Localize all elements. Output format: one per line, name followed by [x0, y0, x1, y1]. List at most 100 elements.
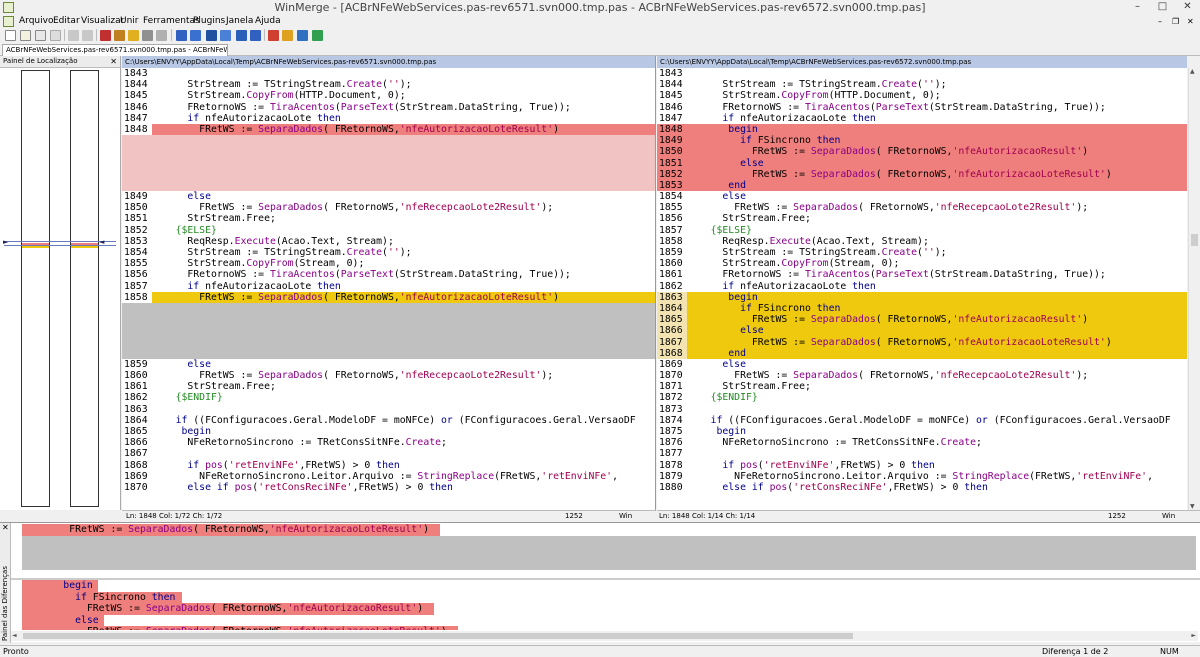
code-line[interactable]: 1877	[657, 448, 1187, 459]
code-line[interactable]: 1878 if pos('retEnviNFe',FRetWS) > 0 the…	[657, 460, 1187, 471]
code-line[interactable]: 1848 FRetWS := SeparaDados( FRetornoWS,'…	[122, 123, 655, 136]
scroll-down-icon[interactable]: ▼	[1190, 503, 1195, 510]
all-right-icon[interactable]	[236, 30, 247, 41]
right-code-lines[interactable]: 1843 1844 StrStream := TStringStream.Crea…	[657, 68, 1187, 493]
code-line[interactable]: 1854 StrStream := TStringStream.Create('…	[122, 247, 655, 258]
left-file-pane[interactable]: C:\Users\ENVYY\AppData\Local\Temp\ACBrNF…	[122, 56, 656, 510]
code-line[interactable]: 1863 begin	[657, 291, 1187, 303]
copy-left-advance-icon[interactable]	[220, 30, 231, 41]
code-line[interactable]: 1865 FRetWS := SeparaDados( FRetornoWS,'…	[657, 314, 1187, 326]
code-line[interactable]: 1870 else if pos('retConsReciNFe',FRetWS…	[122, 482, 655, 493]
code-line[interactable]	[122, 325, 655, 337]
first-diff-icon[interactable]	[128, 30, 139, 41]
diff-pane-left-section[interactable]: FRetWS := SeparaDados( FRetornoWS,'nfeAu…	[22, 524, 1196, 574]
code-line[interactable]: 1867	[122, 448, 655, 459]
code-line[interactable]: 1866 else	[657, 325, 1187, 337]
code-line[interactable]: 1846 FRetornoWS := TiraAcentos(ParseText…	[657, 102, 1187, 113]
mdi-restore-button[interactable]: ❐	[1172, 15, 1179, 28]
code-line[interactable]: 1865 begin	[122, 426, 655, 437]
refresh-icon[interactable]	[282, 30, 293, 41]
scroll-right-icon[interactable]: ►	[1191, 632, 1196, 639]
current-diff-icon[interactable]	[156, 30, 167, 41]
code-line[interactable]: 1854 else	[657, 191, 1187, 202]
code-line[interactable]: 1873	[657, 404, 1187, 415]
last-diff-icon[interactable]	[142, 30, 153, 41]
copy-left-icon[interactable]	[190, 30, 201, 41]
code-line[interactable]: 1843	[122, 68, 655, 79]
vertical-scrollbar[interactable]: ▲ ▼	[1188, 68, 1199, 510]
code-line[interactable]: 1871 StrStream.Free;	[657, 381, 1187, 392]
new-icon[interactable]	[5, 30, 16, 41]
save-icon[interactable]	[35, 30, 46, 41]
code-line[interactable]: 1863	[122, 404, 655, 415]
code-line[interactable]: 1869 NFeRetornoSincrono.Leitor.Arquivo :…	[122, 471, 655, 482]
copy-right-icon[interactable]	[176, 30, 187, 41]
horizontal-scroll-thumb[interactable]	[23, 633, 853, 639]
code-line[interactable]: 1860 FRetWS := SeparaDados( FRetornoWS,'…	[122, 370, 655, 381]
code-line[interactable]: 1847 if nfeAutorizacaoLote then	[657, 113, 1187, 124]
menu-visualizar[interactable]: Visualizar	[81, 15, 124, 28]
vertical-scroll-thumb[interactable]	[1191, 234, 1198, 246]
scroll-left-icon[interactable]: ◄	[12, 632, 17, 639]
left-code-lines[interactable]: 1843 1844 StrStream := TStringStream.Crea…	[122, 68, 655, 493]
code-line[interactable]: 1849 else	[122, 191, 655, 202]
code-line[interactable]: 1853 end	[657, 179, 1187, 192]
code-line[interactable]: 1846 FRetornoWS := TiraAcentos(ParseText…	[122, 102, 655, 113]
code-line[interactable]	[122, 168, 655, 180]
menu-unir[interactable]: Unir	[120, 15, 139, 28]
code-line[interactable]: 1851 else	[657, 157, 1187, 169]
code-line[interactable]: 1869 else	[657, 359, 1187, 370]
diff-line[interactable]	[22, 547, 1196, 559]
scroll-up-icon[interactable]: ▲	[1190, 68, 1195, 75]
code-line[interactable]: 1855 FRetWS := SeparaDados( FRetornoWS,'…	[657, 202, 1187, 213]
code-line[interactable]: 1844 StrStream := TStringStream.Create('…	[122, 79, 655, 90]
code-line[interactable]: 1859 StrStream := TStringStream.Create('…	[657, 247, 1187, 258]
code-line[interactable]	[122, 146, 655, 158]
code-line[interactable]: 1849 if FSincrono then	[657, 135, 1187, 147]
code-line[interactable]: 1862 {$ENDIF}	[122, 392, 655, 403]
code-line[interactable]	[122, 314, 655, 326]
code-line[interactable]: 1864 if ((FConfiguracoes.Geral.ModeloDF …	[122, 415, 655, 426]
menu-ferramentas[interactable]: Ferramentas	[143, 15, 200, 28]
diff-line[interactable]	[22, 535, 1196, 548]
code-line[interactable]	[122, 135, 655, 147]
code-line[interactable]: 1859 else	[122, 359, 655, 370]
location-bar-right[interactable]	[70, 70, 99, 507]
diff-line[interactable]: begin	[22, 580, 1196, 592]
open-icon[interactable]	[20, 30, 31, 41]
mdi-minimize-button[interactable]: –	[1158, 15, 1162, 28]
code-line[interactable]: 1850 FRetWS := SeparaDados( FRetornoWS,'…	[657, 146, 1187, 158]
code-line[interactable]: 1845 StrStream.CopyFrom(HTTP.Document, 0…	[122, 90, 655, 101]
code-line[interactable]	[122, 179, 655, 192]
sync-icon[interactable]	[312, 30, 323, 41]
copy-right-advance-icon[interactable]	[206, 30, 217, 41]
location-pane-close-icon[interactable]: ✕	[110, 56, 117, 67]
all-left-icon[interactable]	[250, 30, 261, 41]
code-line[interactable]	[122, 302, 655, 315]
code-line[interactable]: 1848 begin	[657, 123, 1187, 136]
menu-janela[interactable]: Janela	[226, 15, 253, 28]
code-line[interactable]: 1845 StrStream.CopyFrom(HTTP.Document, 0…	[657, 90, 1187, 101]
menu-plugins[interactable]: Plugins	[193, 15, 225, 28]
code-line[interactable]: 1870 FRetWS := SeparaDados( FRetornoWS,'…	[657, 370, 1187, 381]
minimize-button[interactable]: –	[1125, 0, 1150, 15]
code-line[interactable]: 1879 NFeRetornoSincrono.Leitor.Arquivo :…	[657, 471, 1187, 482]
code-line[interactable]: 1850 FRetWS := SeparaDados( FRetornoWS,'…	[122, 202, 655, 213]
code-line[interactable]: 1864 if FSincrono then	[657, 302, 1187, 315]
code-line[interactable]: 1853 ReqResp.Execute(Acao.Text, Stream);	[122, 236, 655, 247]
code-line[interactable]: 1874 if ((FConfiguracoes.Geral.ModeloDF …	[657, 415, 1187, 426]
diff-line[interactable]: FRetWS := SeparaDados( FRetornoWS,'nfeAu…	[22, 524, 1196, 536]
code-line[interactable]: 1872 {$ENDIF}	[657, 392, 1187, 403]
mdi-close-button[interactable]: ✕	[1187, 15, 1194, 28]
code-line[interactable]	[122, 157, 655, 169]
code-line[interactable]: 1862 if nfeAutorizacaoLote then	[657, 281, 1187, 292]
code-line[interactable]: 1858 FRetWS := SeparaDados( FRetornoWS,'…	[122, 291, 655, 303]
code-line[interactable]: 1867 FRetWS := SeparaDados( FRetornoWS,'…	[657, 336, 1187, 348]
diff-line[interactable]: FRetWS := SeparaDados( FRetornoWS,'nfeAu…	[22, 626, 1196, 630]
code-line[interactable]: 1861 FRetornoWS := TiraAcentos(ParseText…	[657, 269, 1187, 280]
code-line[interactable]	[122, 336, 655, 348]
code-line[interactable]: 1847 if nfeAutorizacaoLote then	[122, 113, 655, 124]
right-file-pane[interactable]: C:\Users\ENVYY\AppData\Local\Temp\ACBrNF…	[657, 56, 1187, 510]
code-line[interactable]: 1851 StrStream.Free;	[122, 213, 655, 224]
wrap-icon[interactable]	[297, 30, 308, 41]
